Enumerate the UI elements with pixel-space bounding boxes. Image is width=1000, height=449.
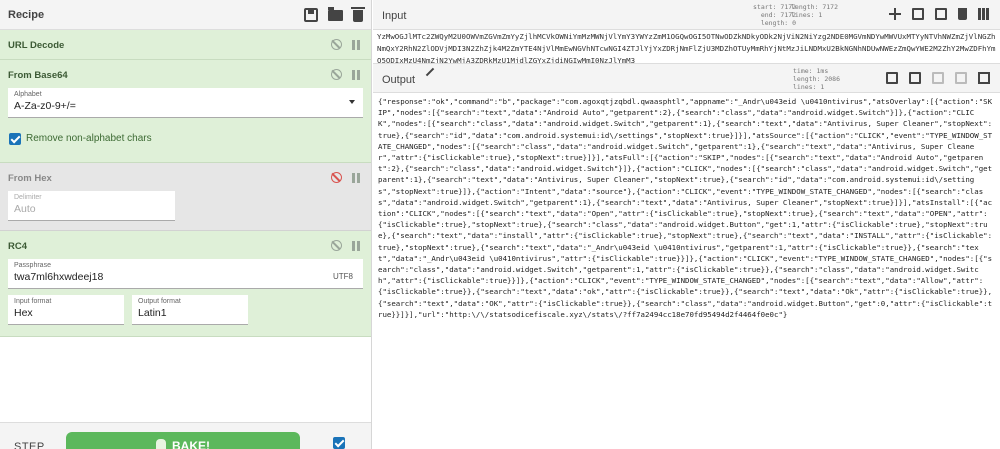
- bake-label: BAKE!: [172, 439, 210, 449]
- input-textarea[interactable]: YzMwOGJlMTc2ZWQyM2U0OWVmZGVmZmYyZjlhMCVk…: [377, 31, 997, 63]
- output-title: Output: [382, 74, 416, 86]
- open-file-icon[interactable]: [935, 8, 947, 20]
- ban-icon[interactable]: [331, 172, 342, 183]
- io-pane: Input start: 7172 end: 7172 length: 0 le…: [373, 0, 1000, 449]
- input-header: Input start: 7172 end: 7172 length: 0 le…: [373, 0, 1000, 30]
- replace-input-icon[interactable]: [932, 72, 944, 84]
- folder-icon[interactable]: [328, 7, 343, 21]
- input-stats: length: 7172 lines: 1: [791, 3, 838, 19]
- operation-title: From Hex: [8, 173, 52, 184]
- recipe-header: Recipe: [0, 0, 371, 30]
- step-button[interactable]: STEP: [14, 441, 45, 449]
- undo-icon[interactable]: [955, 72, 967, 84]
- operation-rc4[interactable]: RC4 Passphrase twa7ml6hxwdeej18 UTF8 Inp…: [0, 231, 371, 337]
- chevron-down-icon: [349, 100, 355, 104]
- operation-title: From Base64: [8, 70, 68, 81]
- operation-from-hex[interactable]: From Hex Delimiter Auto: [0, 163, 371, 231]
- operation-url-decode[interactable]: URL Decode: [0, 30, 371, 60]
- alphabet-select[interactable]: Alphabet A-Za-z0-9+/=: [8, 88, 363, 118]
- pause-icon[interactable]: [352, 39, 360, 50]
- auto-bake-checkbox[interactable]: [333, 437, 345, 449]
- passphrase-encoding-dropdown[interactable]: UTF8: [333, 272, 353, 281]
- checkbox-label: Remove non-alphabet chars: [26, 133, 152, 144]
- ban-icon[interactable]: [331, 240, 342, 251]
- input-format-select[interactable]: Input format Hex: [8, 295, 124, 325]
- trash-icon[interactable]: [351, 6, 365, 22]
- input-title: Input: [382, 10, 407, 22]
- copy-icon[interactable]: [909, 72, 921, 84]
- pause-icon[interactable]: [352, 69, 360, 80]
- pause-icon[interactable]: [352, 172, 360, 183]
- recipe-pane: Recipe URL Decode From Base64 Alphabet A…: [0, 0, 372, 449]
- output-actions: [886, 72, 990, 84]
- remove-non-alphabet-checkbox[interactable]: [9, 133, 21, 145]
- ban-icon[interactable]: [331, 39, 342, 50]
- chef-hat-icon: [156, 439, 166, 449]
- operation-from-base64[interactable]: From Base64 Alphabet A-Za-z0-9+/= Remove…: [0, 60, 371, 163]
- output-textarea[interactable]: {"response":"ok","command":"b","package"…: [378, 96, 996, 446]
- operation-title: RC4: [8, 241, 28, 252]
- passphrase-field[interactable]: Passphrase twa7ml6hxwdeej18 UTF8: [8, 259, 363, 289]
- layout-icon[interactable]: [978, 8, 990, 20]
- open-folder-icon[interactable]: [912, 8, 924, 20]
- pause-icon[interactable]: [352, 240, 360, 251]
- bake-button[interactable]: BAKE!: [66, 432, 300, 449]
- output-stats: time: 1ms length: 2086 lines: 1: [793, 67, 840, 91]
- recipe-controls: STEP BAKE!: [0, 422, 371, 449]
- maximize-icon[interactable]: [978, 72, 990, 84]
- operation-title: URL Decode: [8, 40, 65, 51]
- recipe-title: Recipe: [8, 8, 45, 21]
- output-header: Output time: 1ms length: 2086 lines: 1: [373, 63, 1000, 93]
- delimiter-field[interactable]: Delimiter Auto: [8, 191, 175, 221]
- ban-icon[interactable]: [331, 69, 342, 80]
- save-icon[interactable]: [304, 7, 318, 22]
- add-tab-icon[interactable]: [889, 8, 901, 20]
- input-actions: [889, 8, 990, 20]
- save-icon[interactable]: [886, 72, 898, 84]
- input-selection-stats: start: 7172 end: 7172 length: 0: [753, 3, 797, 27]
- cyberchef-app: Recipe URL Decode From Base64 Alphabet A…: [0, 0, 1000, 449]
- output-format-select[interactable]: Output format Latin1: [132, 295, 248, 325]
- recipe-actions: [304, 6, 365, 22]
- trash-icon[interactable]: [958, 8, 967, 20]
